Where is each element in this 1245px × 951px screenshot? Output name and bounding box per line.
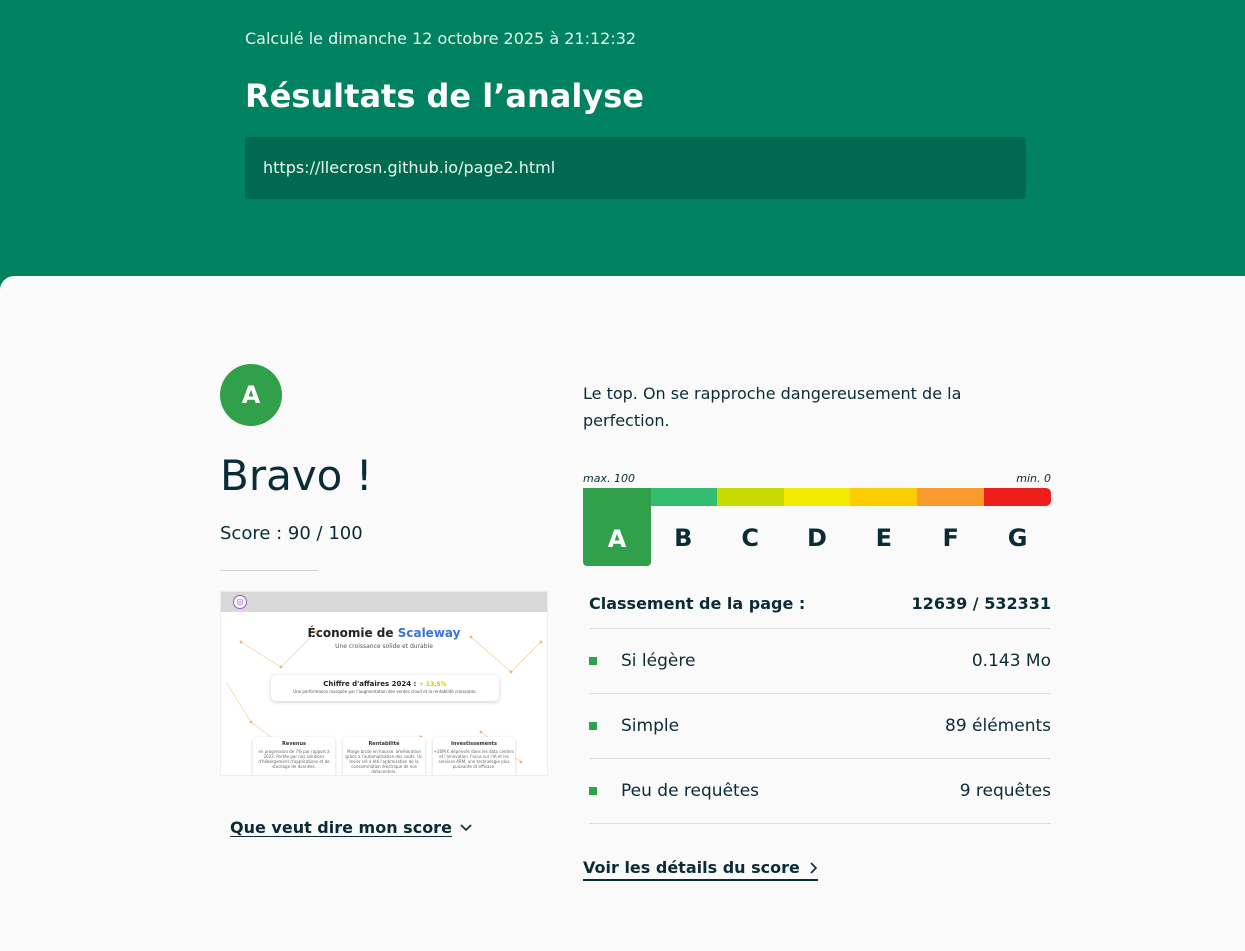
- metric-bullet-icon: [589, 787, 597, 795]
- grade-letter-g: G: [1007, 524, 1028, 552]
- grade-segment-b: [649, 488, 717, 506]
- grade-segment-f: [917, 488, 985, 506]
- grade-segment-c: [716, 488, 784, 506]
- page-title: Résultats de l’analyse: [245, 77, 644, 115]
- scale-labels: max. 100 min. 0: [583, 472, 1051, 485]
- score-details: Le top. On se rapproche dangereusement d…: [583, 380, 1051, 881]
- metric-bullet-icon: [589, 722, 597, 730]
- results-header: Calculé le dimanche 12 octobre 2025 à 21…: [0, 0, 1245, 276]
- active-grade: A: [583, 488, 651, 566]
- grade-color-band: [583, 488, 1051, 506]
- chevron-down-icon: [460, 823, 472, 831]
- grade-segment-d: [783, 488, 851, 506]
- divider: [220, 570, 318, 571]
- thumbnail-card: Chiffre d'affaires 2024 : + 13,5% Une pe…: [271, 675, 499, 701]
- ranking-label: Classement de la page :: [589, 594, 806, 613]
- thumbnail-mini-card: Revenus en progression de 7% par rapport …: [253, 737, 335, 775]
- chevron-right-icon: [810, 861, 817, 874]
- scale-max-label: max. 100: [583, 472, 635, 485]
- metric-row: Simple 89 éléments: [589, 694, 1051, 759]
- score-details-link[interactable]: Voir les détails du score: [583, 858, 818, 881]
- score-meaning-label: Que veut dire mon score: [230, 818, 452, 837]
- metric-row: Si légère 0.143 Mo: [589, 629, 1051, 694]
- ranking-value: 12639 / 532331: [911, 594, 1051, 613]
- grade-letter-e: E: [875, 524, 893, 552]
- grade-badge: A: [220, 364, 282, 426]
- grade-segment-e: [850, 488, 918, 506]
- grade-segment-g: [984, 488, 1051, 506]
- score-meaning-link[interactable]: Que veut dire mon score: [230, 818, 472, 837]
- result-headline: Bravo !: [220, 451, 373, 500]
- grade-scale: BCDEFG A: [583, 488, 1051, 566]
- thumbnail-toolbar: ◎: [221, 592, 547, 612]
- score-description: Le top. On se rapproche dangereusement d…: [583, 384, 962, 430]
- grade-letters: B C D E F G: [583, 524, 1051, 552]
- metric-label: Si légère: [621, 651, 696, 671]
- score-text: Score : 90 / 100: [220, 523, 363, 544]
- grade-letter-f: F: [942, 524, 959, 552]
- grade-letter-d: D: [807, 524, 827, 552]
- analyzed-url: https://llecrosn.github.io/page2.html: [245, 137, 1026, 199]
- extension-icon: ◎: [233, 595, 247, 609]
- grade-letter-c: C: [741, 524, 759, 552]
- thumbnail-mini-card: Rentabilité Marge brute en hausse. amélio…: [343, 737, 425, 775]
- metric-label: Simple: [621, 716, 680, 736]
- ranking-row: Classement de la page : 12639 / 532331: [589, 594, 1051, 629]
- results-main: A Bravo ! Score : 90 / 100 ◎ Économie de…: [0, 276, 1245, 951]
- metric-value: 0.143 Mo: [971, 651, 1051, 671]
- metric-value: 9 requêtes: [959, 781, 1051, 801]
- metric-label: Peu de requêtes: [621, 781, 760, 801]
- metric-bullet-icon: [589, 657, 597, 665]
- analysis-date: Calculé le dimanche 12 octobre 2025 à 21…: [245, 29, 637, 48]
- score-details-label: Voir les détails du score: [583, 858, 800, 877]
- metric-row: Peu de requêtes 9 requêtes: [589, 759, 1051, 824]
- grade-letter-b: B: [674, 524, 693, 552]
- scale-min-label: min. 0: [1016, 472, 1051, 485]
- score-summary: A Bravo ! Score : 90 / 100 ◎ Économie de…: [220, 364, 550, 837]
- metric-value: 89 éléments: [945, 716, 1051, 736]
- page-screenshot-thumbnail: ◎ Économie de Scaleway Une croissance so…: [220, 591, 548, 776]
- thumbnail-mini-card: Investissements +20M € dépensés dans les …: [433, 737, 515, 775]
